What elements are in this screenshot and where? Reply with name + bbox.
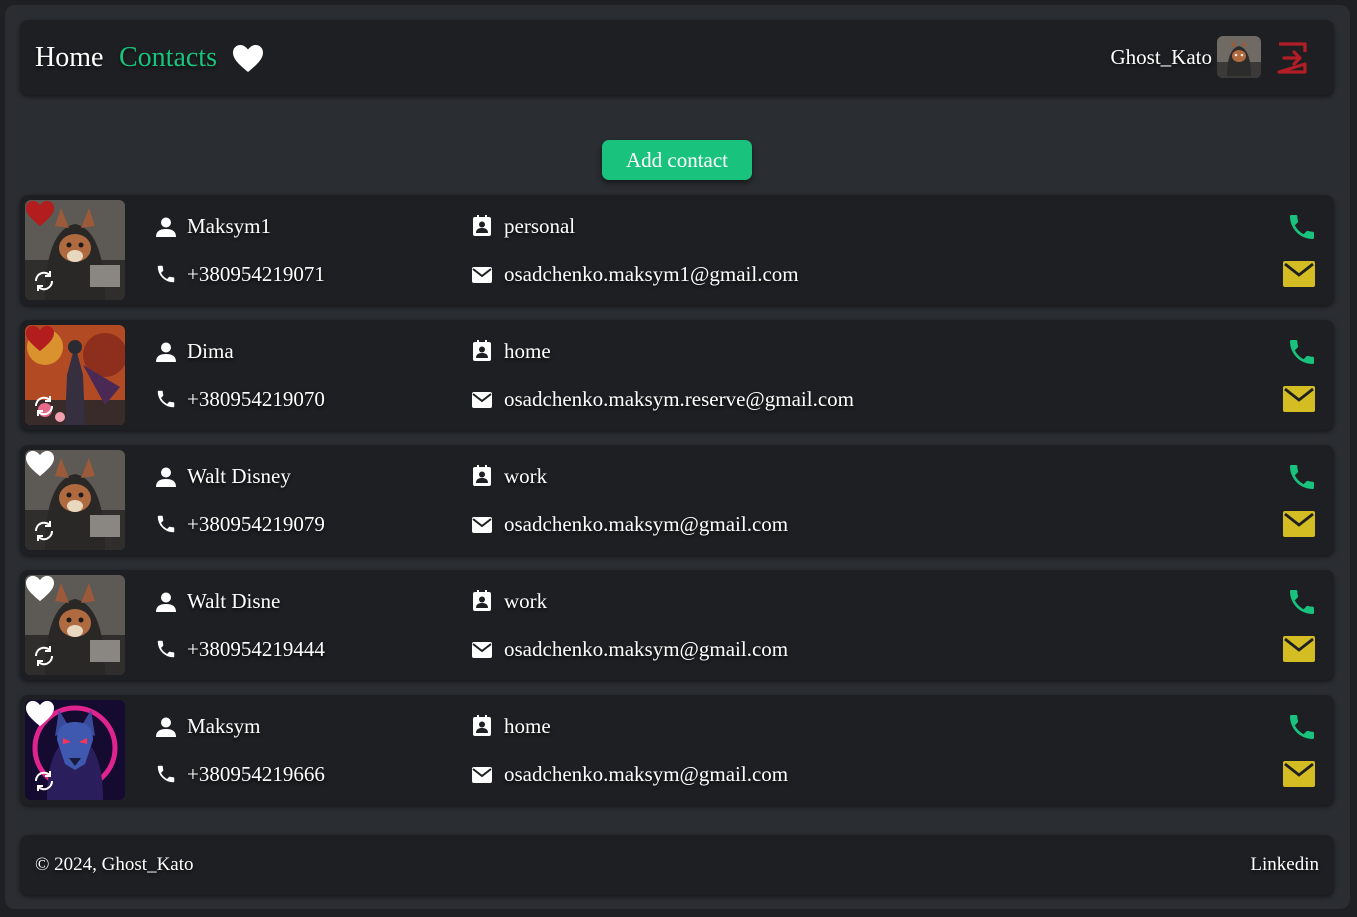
contact-card: Dima +380954219070 home osadchenko.maksy… [20, 320, 1334, 430]
add-contact-button[interactable]: Add contact [602, 140, 752, 180]
refresh-photo-icon[interactable] [31, 393, 57, 419]
email-icon [472, 642, 492, 658]
email-icon [472, 767, 492, 783]
contact-email: osadchenko.maksym@gmail.com [504, 762, 789, 786]
send-email-icon[interactable] [1282, 635, 1316, 663]
contact-phone: +380954219070 [187, 387, 325, 411]
footer: © 2024, Ghost_Kato Linkedin [20, 835, 1334, 895]
send-email-icon[interactable] [1282, 385, 1316, 413]
phone-icon [157, 765, 175, 783]
favorite-heart-icon[interactable] [25, 325, 55, 353]
refresh-photo-icon[interactable] [31, 643, 57, 669]
contact-name: Maksym [187, 714, 261, 738]
contact-email: osadchenko.maksym@gmail.com [504, 512, 789, 536]
person-icon [156, 217, 176, 237]
person-icon [156, 717, 176, 737]
favorite-heart-icon[interactable] [25, 200, 55, 228]
call-phone-icon[interactable] [1286, 336, 1318, 368]
favorite-heart-icon[interactable] [25, 700, 55, 728]
refresh-photo-icon[interactable] [31, 268, 57, 294]
favorite-heart-icon[interactable] [25, 450, 55, 478]
favorite-heart-icon[interactable] [25, 575, 55, 603]
phone-icon [157, 515, 175, 533]
person-icon [156, 342, 176, 362]
person-icon [156, 592, 176, 612]
contact-name: Maksym1 [187, 214, 271, 238]
person-icon [156, 467, 176, 487]
contact-name: Walt Disne [187, 589, 281, 613]
call-phone-icon[interactable] [1286, 586, 1318, 618]
contact-phone: +380954219071 [187, 262, 325, 286]
nav-contacts-link[interactable]: Contacts [119, 42, 217, 74]
logout-icon[interactable] [1275, 40, 1311, 76]
call-phone-icon[interactable] [1286, 711, 1318, 743]
send-email-icon[interactable] [1282, 260, 1316, 288]
contact-category-icon [473, 465, 491, 486]
contact-category-icon [473, 215, 491, 236]
contact-card: Walt Disney +380954219079 work osadchenk… [20, 445, 1334, 555]
contact-category: home [504, 714, 551, 738]
call-phone-icon[interactable] [1286, 211, 1318, 243]
contact-email: osadchenko.maksym@gmail.com [504, 637, 789, 661]
contact-category-icon [473, 715, 491, 736]
email-icon [472, 267, 492, 283]
phone-icon [157, 640, 175, 658]
username: Ghost_Kato [1110, 45, 1213, 69]
copyright-text: © 2024, Ghost_Kato [35, 854, 194, 875]
contact-phone: +380954219444 [187, 637, 325, 661]
contact-card: Maksym1 +380954219071 personal osadchenk… [20, 195, 1334, 305]
send-email-icon[interactable] [1282, 510, 1316, 538]
contact-card: Maksym +380954219666 home osadchenko.mak… [20, 695, 1334, 805]
contact-category: work [504, 589, 548, 613]
contact-category: work [504, 464, 548, 488]
send-email-icon[interactable] [1282, 760, 1316, 788]
contact-category: home [504, 339, 551, 363]
contact-category-icon [473, 340, 491, 361]
contact-name: Dima [187, 339, 234, 363]
header: Home Contacts Ghost_Kato [20, 20, 1334, 95]
contact-phone: +380954219079 [187, 512, 325, 536]
refresh-photo-icon[interactable] [31, 518, 57, 544]
call-phone-icon[interactable] [1286, 461, 1318, 493]
contact-name: Walt Disney [187, 464, 291, 488]
phone-icon [157, 265, 175, 283]
email-icon [472, 517, 492, 533]
refresh-photo-icon[interactable] [31, 768, 57, 794]
phone-icon [157, 390, 175, 408]
nav-home-link[interactable]: Home [35, 42, 103, 74]
contact-email: osadchenko.maksym1@gmail.com [504, 262, 799, 286]
avatar[interactable] [1217, 36, 1261, 78]
contact-category-icon [473, 590, 491, 611]
contact-card: Walt Disne +380954219444 work osadchenko… [20, 570, 1334, 680]
contact-category: personal [504, 214, 576, 238]
email-icon [472, 392, 492, 408]
contact-email: osadchenko.maksym.reserve@gmail.com [504, 387, 854, 411]
linkedin-link[interactable]: Linkedin [1250, 854, 1319, 876]
heart-icon[interactable] [232, 44, 264, 74]
contact-phone: +380954219666 [187, 762, 325, 786]
